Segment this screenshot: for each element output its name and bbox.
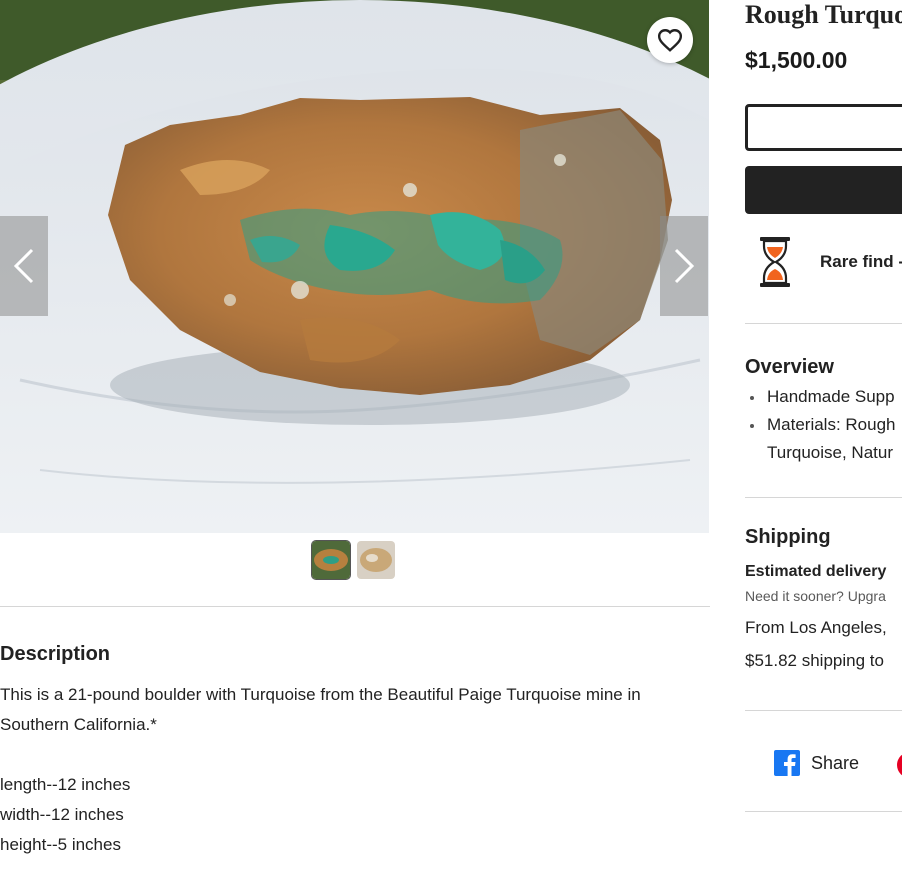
share-facebook-button[interactable]: Share xyxy=(774,750,859,776)
pinterest-icon[interactable] xyxy=(897,752,902,778)
product-photo xyxy=(0,0,709,533)
overview-item-continuation: Turquoise, Natur xyxy=(745,439,902,467)
overview-list: Handmade Supp Materials: Rough Turquoise… xyxy=(745,383,902,467)
divider xyxy=(745,323,902,324)
shipping-heading: Shipping xyxy=(745,526,831,548)
rare-find-text: Rare find - xyxy=(820,252,902,271)
heart-icon xyxy=(657,29,683,52)
dimension-height: height--5 inches xyxy=(0,835,121,854)
description-paragraph: This is a 21-pound boulder with Turquois… xyxy=(0,685,641,734)
thumbnail-image xyxy=(312,541,350,579)
estimated-delivery-label: Estimated delivery xyxy=(745,563,887,580)
dimension-width: width--12 inches xyxy=(0,805,124,824)
divider xyxy=(0,606,710,607)
thumbnail-2[interactable] xyxy=(357,541,395,579)
description-body: This is a 21-pound boulder with Turquois… xyxy=(0,680,710,860)
facebook-icon xyxy=(774,750,800,776)
thumbnail-1[interactable] xyxy=(312,541,350,579)
rare-find-banner: Rare find - xyxy=(745,236,902,288)
hourglass-icon xyxy=(760,237,790,287)
chevron-left-icon xyxy=(13,248,34,284)
share-label: Share xyxy=(811,752,860,773)
description-heading: Description xyxy=(0,643,111,665)
previous-image-button[interactable] xyxy=(0,216,48,316)
ships-from-text: From Los Angeles, xyxy=(745,618,887,637)
buy-it-now-button[interactable] xyxy=(745,104,902,151)
overview-heading: Overview xyxy=(745,356,834,378)
overview-item: Handmade Supp xyxy=(745,383,902,411)
favorite-button[interactable] xyxy=(647,17,693,63)
thumbnail-strip xyxy=(312,541,395,579)
divider xyxy=(745,811,902,812)
add-to-cart-button[interactable] xyxy=(745,166,902,214)
product-image-gallery[interactable] xyxy=(0,0,709,533)
overview-item: Materials: Rough xyxy=(745,411,902,439)
chevron-right-icon xyxy=(674,248,695,284)
upgrade-shipping-link[interactable]: Need it sooner? Upgra xyxy=(745,588,886,604)
shipping-cost: $51.82 shipping to xyxy=(745,651,884,670)
divider xyxy=(745,710,902,711)
next-image-button[interactable] xyxy=(660,216,708,316)
overview-item-text: Turquoise, Natur xyxy=(767,443,893,462)
product-price: $1,500.00 xyxy=(745,47,848,73)
divider xyxy=(745,497,902,498)
dimension-length: length--12 inches xyxy=(0,775,131,794)
thumbnail-image xyxy=(357,541,395,579)
product-title: Rough Turquoi xyxy=(745,0,902,29)
